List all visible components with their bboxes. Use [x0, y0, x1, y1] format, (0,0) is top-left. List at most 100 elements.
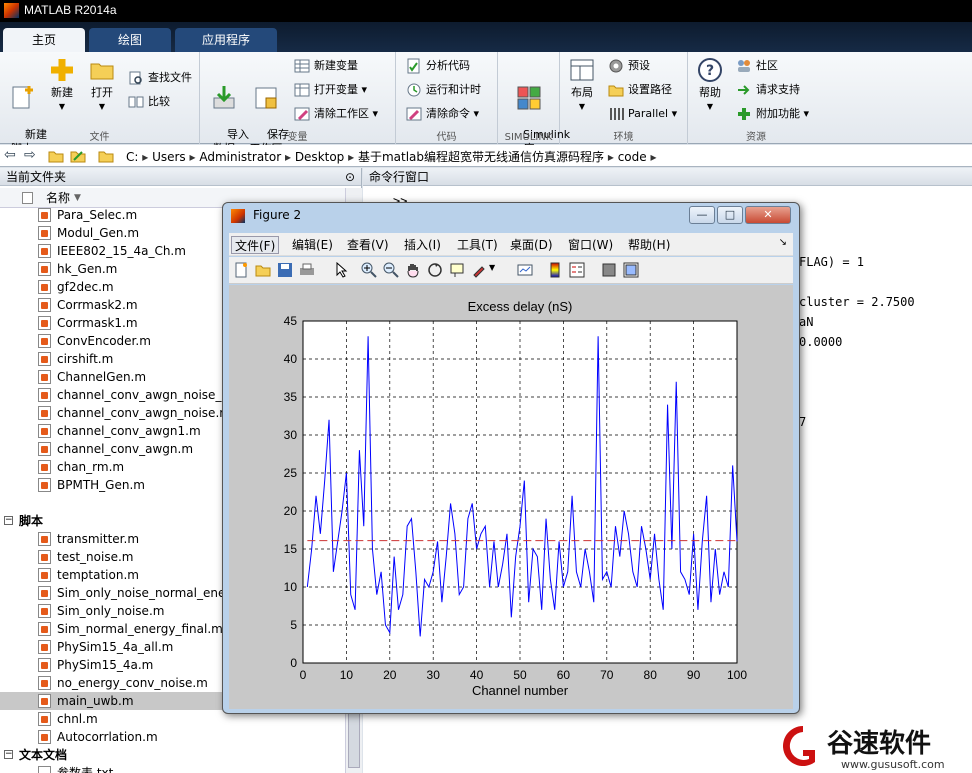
brush-icon[interactable]: [471, 262, 487, 278]
request-support-button[interactable]: 请求支持: [736, 80, 800, 100]
new-variable-label: 新建变量: [314, 59, 358, 72]
menu-help[interactable]: 帮助(H): [625, 236, 673, 254]
collapse-icon[interactable]: −: [4, 516, 13, 525]
menu-edit[interactable]: 编辑(E): [289, 236, 336, 254]
layout-button[interactable]: 布局 ▼: [564, 56, 600, 114]
open-variable-button[interactable]: 打开变量 ▾: [294, 80, 367, 100]
up-folder-icon[interactable]: [48, 148, 64, 164]
y-tick-label: 45: [284, 314, 298, 328]
tab-plots[interactable]: 绘图: [89, 28, 171, 52]
compare-label: 比较: [148, 95, 170, 108]
breadcrumb-separator-icon[interactable]: ▸: [344, 150, 358, 164]
clear-commands-button[interactable]: 清除命令 ▾: [406, 104, 479, 124]
figure-canvas: 0 10 20 30 40 50 60 70 80 90 100 0 5 10 15 20 25 30 35 40 45…: [229, 285, 793, 709]
command-output-line: aN: [799, 315, 814, 329]
folder-category[interactable]: − 文本文档: [0, 746, 345, 764]
layout-label: 布局: [571, 86, 593, 99]
breadcrumb-separator-icon[interactable]: ▸: [138, 150, 152, 164]
matlab-file-icon: [38, 280, 51, 294]
breadcrumb-segment[interactable]: code: [618, 150, 647, 164]
add-ons-button[interactable]: 附加功能 ▾: [736, 104, 809, 124]
breadcrumb-segment[interactable]: 基于matlab编程超宽带无线通信仿真源码程序: [358, 150, 604, 164]
breadcrumb-segment[interactable]: Administrator: [199, 150, 281, 164]
brush-dropdown-icon[interactable]: ▼: [489, 263, 495, 272]
figure-toolbar: ▼: [229, 257, 793, 284]
panel-menu-icon[interactable]: ⊙: [345, 168, 355, 186]
run-and-time-label: 运行和计时: [426, 83, 481, 96]
menu-window[interactable]: 窗口(W): [565, 236, 616, 254]
hide-tools-icon[interactable]: [601, 262, 617, 278]
clear-workspace-button[interactable]: 清除工作区 ▾: [294, 104, 378, 124]
breadcrumb-separator-icon[interactable]: ▸: [186, 150, 200, 164]
breadcrumb-segment[interactable]: C:: [126, 150, 138, 164]
x-tick-label: 20: [383, 668, 397, 682]
file-item[interactable]: 参数表.txt: [0, 764, 345, 773]
help-icon: ?: [698, 58, 722, 82]
close-button[interactable]: ✕: [745, 206, 791, 224]
browse-folder-icon[interactable]: [70, 148, 86, 164]
new-figure-icon[interactable]: [233, 262, 249, 278]
y-tick-label: 10: [284, 580, 298, 594]
command-output-line: 0.0000: [799, 335, 843, 349]
x-tick-label: 30: [427, 668, 441, 682]
zoom-in-icon[interactable]: [361, 262, 377, 278]
figure-menubar: 文件(F) 编辑(E) 查看(V) 插入(I) 工具(T) 桌面(D) 窗口(W…: [229, 233, 793, 256]
resources-group: ? 帮助 ▼ 社区 请求支持 附加功能 ▾ 资源: [688, 52, 824, 144]
rotate-3d-icon[interactable]: [427, 262, 443, 278]
breadcrumb-segment[interactable]: Desktop: [295, 150, 345, 164]
set-path-button[interactable]: 设置路径: [608, 80, 672, 100]
pan-hand-icon[interactable]: [405, 262, 421, 278]
breadcrumb-segment[interactable]: Users: [152, 150, 186, 164]
legend-icon[interactable]: [569, 262, 585, 278]
dock-arrow-icon[interactable]: ↘: [779, 237, 787, 248]
help-button[interactable]: ? 帮助 ▼: [694, 56, 726, 114]
open-file-icon[interactable]: [255, 262, 271, 278]
tab-apps[interactable]: 应用程序: [175, 28, 277, 52]
new-variable-button[interactable]: 新建变量: [294, 56, 358, 76]
chart-title: Excess delay (nS): [468, 299, 573, 314]
file-group: 新建 脚本 新建 ▼ 打开 ▼ 查找文件 比较 文件: [0, 52, 200, 155]
analyze-code-label: 分析代码: [426, 59, 470, 72]
breadcrumb[interactable]: C: ▸ Users ▸ Administrator ▸ Desktop ▸ 基…: [126, 148, 656, 165]
run-and-time-button[interactable]: 运行和计时: [406, 80, 481, 100]
forward-arrow-icon[interactable]: ⇨: [24, 147, 36, 163]
compare-button[interactable]: 比较: [128, 92, 170, 112]
new-button[interactable]: 新建 ▼: [44, 56, 80, 114]
open-variable-label: 打开变量: [314, 83, 358, 96]
print-icon[interactable]: [299, 262, 315, 278]
back-arrow-icon[interactable]: ⇦: [4, 147, 16, 163]
parallel-button[interactable]: Parallel ▾: [608, 104, 677, 124]
request-support-icon: [738, 85, 750, 95]
maximize-button[interactable]: □: [717, 206, 743, 224]
community-button[interactable]: 社区: [736, 56, 778, 76]
breadcrumb-separator-icon[interactable]: ▸: [281, 150, 295, 164]
show-tools-icon[interactable]: [623, 262, 639, 278]
pointer-icon[interactable]: [333, 262, 349, 278]
menu-insert[interactable]: 插入(I): [401, 236, 444, 254]
zoom-out-icon[interactable]: [383, 262, 399, 278]
file-name: ChannelGen.m: [57, 370, 147, 384]
matlab-file-icon: [38, 388, 51, 402]
menu-tools[interactable]: 工具(T): [454, 236, 501, 254]
menu-desktop[interactable]: 桌面(D): [507, 236, 556, 254]
file-item[interactable]: Autocorrlation.m: [0, 728, 345, 746]
breadcrumb-separator-icon[interactable]: ▸: [647, 150, 656, 164]
data-cursor-icon[interactable]: [449, 262, 465, 278]
breadcrumb-separator-icon[interactable]: ▸: [604, 150, 618, 164]
minimize-button[interactable]: —: [689, 206, 715, 224]
find-files-button[interactable]: 查找文件: [128, 68, 192, 88]
save-icon[interactable]: [277, 262, 293, 278]
matlab-file-icon: [38, 334, 51, 348]
colorbar-icon[interactable]: [547, 262, 563, 278]
command-output-line: 7: [799, 415, 807, 429]
file-name: cirshift.m: [57, 352, 114, 366]
menu-file[interactable]: 文件(F): [231, 236, 280, 254]
open-button[interactable]: 打开 ▼: [84, 56, 120, 114]
link-plot-icon[interactable]: [517, 262, 533, 278]
tab-home[interactable]: 主页: [3, 28, 85, 52]
menu-view[interactable]: 查看(V): [344, 236, 392, 254]
file-name: ConvEncoder.m: [57, 334, 151, 348]
collapse-icon[interactable]: −: [4, 750, 13, 759]
preferences-button[interactable]: 预设: [608, 56, 650, 76]
analyze-code-button[interactable]: 分析代码: [406, 56, 470, 76]
